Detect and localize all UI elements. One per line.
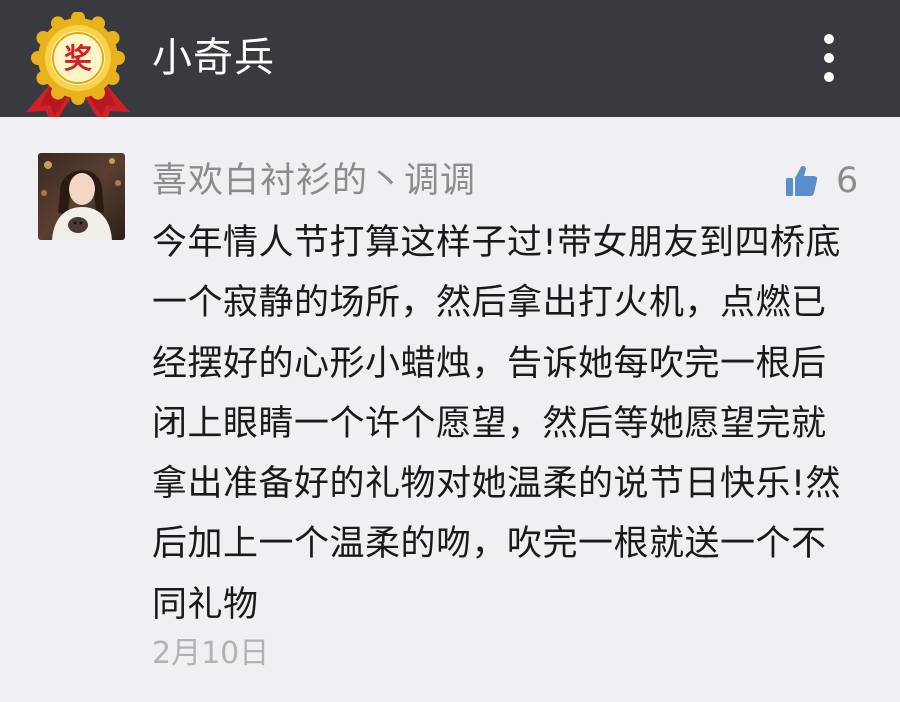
like-count: 6 <box>836 161 859 201</box>
avatar[interactable] <box>38 153 125 240</box>
page-title: 小奇兵 <box>152 35 275 81</box>
comment-item: 喜欢白衬衫的丶调调 6 今年情人节打算这样子过!带女朋友到四桥底一个寂静的场所，… <box>0 117 900 702</box>
comment-username[interactable]: 喜欢白衬衫的丶调调 <box>152 159 476 203</box>
like-button[interactable]: 6 <box>784 159 858 203</box>
more-vertical-icon[interactable] <box>806 28 854 88</box>
comment-date: 2月10日 <box>152 636 270 671</box>
badge-label: 奖 <box>64 42 92 75</box>
award-ribbon-icon: 奖 <box>22 11 134 130</box>
thumbs-up-icon <box>786 165 818 196</box>
top-bar: 奖 小奇兵 <box>0 0 900 128</box>
comment-text: 今年情人节打算这样子过!带女朋友到四桥底一个寂静的场所，然后拿出打火机，点燃已经… <box>152 223 842 625</box>
